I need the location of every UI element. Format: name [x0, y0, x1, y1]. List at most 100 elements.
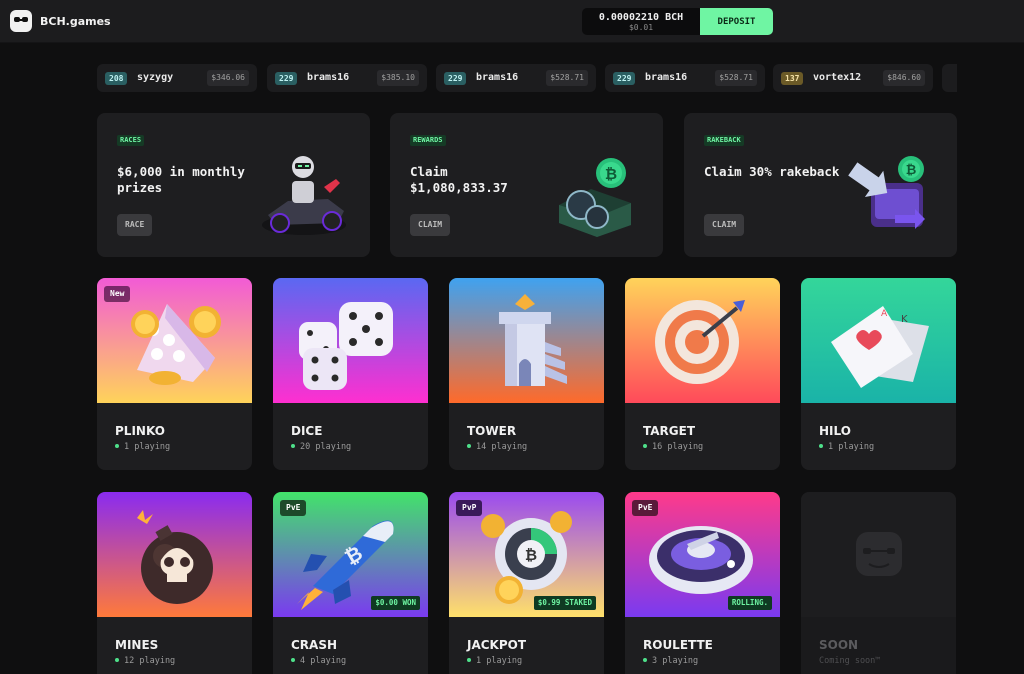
- game-name: DICE: [291, 424, 323, 438]
- game-name: MINES: [115, 638, 159, 652]
- online-dot-icon: [115, 658, 119, 662]
- online-dot-icon: [291, 444, 295, 448]
- promo-tag: RACES: [117, 135, 145, 146]
- players-count: 12 playing: [115, 656, 175, 666]
- ticker-item[interactable]: [942, 64, 957, 92]
- game-card-dice[interactable]: DICE 20 playing: [273, 278, 428, 470]
- players-count: 14 playing: [467, 442, 527, 452]
- online-dot-icon: [115, 444, 119, 448]
- ticker-item[interactable]: 229 brams16 $528.71: [436, 64, 596, 92]
- promo-tag: REWARDS: [410, 135, 446, 146]
- game-status: $0.99 STAKED: [533, 596, 596, 610]
- game-card-jackpot[interactable]: ₿ PvP $0.99 STAKED JACKPOT 1 playing: [449, 492, 604, 674]
- players-text: 1 playing: [828, 442, 875, 452]
- players-count: 4 playing: [291, 656, 346, 666]
- ticker-username: syzygy: [137, 72, 174, 83]
- ticker-amount: $385.10: [377, 70, 419, 86]
- deposit-button[interactable]: DEPOSIT: [700, 8, 773, 35]
- players-count: 16 playing: [643, 442, 703, 452]
- game-card-roulette[interactable]: PvE ROLLING. ROULETTE 3 playing: [625, 492, 780, 674]
- game-name: SOON: [819, 638, 859, 652]
- game-name: PLINKO: [115, 424, 165, 438]
- ticker-username: vortex12: [813, 72, 862, 83]
- new-badge: New: [104, 286, 131, 302]
- ticker-amount: $846.60: [883, 70, 925, 86]
- wins-ticker: 208 syzygy $346.06 229 brams16 $385.10 2…: [97, 64, 957, 92]
- online-dot-icon: [291, 658, 295, 662]
- race-button[interactable]: RACE: [117, 214, 153, 236]
- players-count: 1 playing: [819, 442, 874, 452]
- game-card-hilo[interactable]: K A HILO 1 playing: [801, 278, 956, 470]
- promo-title: Claim $1,080,833.37: [410, 164, 508, 195]
- game-status: $0.00 WON: [371, 596, 420, 610]
- svg-text:K: K: [901, 314, 908, 325]
- game-name: HILO: [819, 424, 851, 438]
- game-card-mines[interactable]: MINES 12 playing: [97, 492, 252, 674]
- game-card-target[interactable]: TARGET 16 playing: [625, 278, 780, 470]
- level-badge: 137: [781, 72, 804, 85]
- players-text: 16 playing: [652, 442, 704, 452]
- level-badge: 229: [275, 72, 298, 85]
- players-text: 20 playing: [300, 442, 352, 452]
- players-text: 1 playing: [124, 442, 171, 452]
- game-card-tower[interactable]: TOWER 14 playing: [449, 278, 604, 470]
- svg-text:₿: ₿: [605, 165, 617, 183]
- svg-text:A: A: [881, 309, 888, 319]
- svg-text:₿: ₿: [525, 546, 537, 564]
- game-card-plinko[interactable]: New PLINKO 1 playing: [97, 278, 252, 470]
- claim-rakeback-button[interactable]: CLAIM: [704, 214, 745, 236]
- players-count: 20 playing: [291, 442, 351, 452]
- pvp-badge: PvP: [456, 500, 483, 516]
- balance-display[interactable]: 0.00002210 BCH $0.01: [582, 8, 700, 35]
- balance-usd: $0.01: [628, 23, 654, 32]
- level-badge: 208: [105, 72, 128, 85]
- promo-title: $6,000 in monthly prizes: [117, 164, 245, 195]
- bomb-icon: [97, 492, 252, 617]
- promo-card-races: RACES $6,000 in monthly prizes RACE: [97, 113, 370, 257]
- claim-rewards-button[interactable]: CLAIM: [410, 214, 451, 236]
- brand-name[interactable]: BCH.games: [40, 15, 111, 28]
- ticker-item[interactable]: 208 syzygy $346.06: [97, 64, 257, 92]
- balance-bch: 0.00002210 BCH: [598, 12, 684, 23]
- pve-badge: PvE: [632, 500, 659, 516]
- ticker-item[interactable]: 137 vortex12 $846.60: [773, 64, 933, 92]
- pve-badge: PvE: [280, 500, 307, 516]
- online-dot-icon: [643, 658, 647, 662]
- target-icon: [625, 278, 780, 403]
- game-card-crash[interactable]: ₿ PvE $0.00 WON CRASH 4 playing: [273, 492, 428, 674]
- online-dot-icon: [467, 658, 471, 662]
- promo-tag: RAKEBACK: [704, 135, 744, 146]
- level-badge: 229: [444, 72, 467, 85]
- players-text: 12 playing: [124, 656, 176, 666]
- ticker-username: brams16: [476, 72, 519, 83]
- svg-text:₿: ₿: [906, 163, 917, 178]
- ticker-item[interactable]: 229 brams16 $385.10: [267, 64, 427, 92]
- promo-card-rewards: REWARDS Claim $1,080,833.37 CLAIM ₿: [390, 113, 663, 257]
- top-header: BCH.games 0.00002210 BCH $0.01 DEPOSIT: [0, 0, 1024, 43]
- logo-icon[interactable]: [10, 10, 32, 32]
- wallet-arrow-icon: ₿: [848, 156, 925, 229]
- dice-icon: [273, 278, 428, 403]
- players-text: 14 playing: [476, 442, 528, 452]
- players-count: 1 playing: [115, 442, 170, 452]
- game-card-soon: SOON Coming soon™: [801, 492, 956, 674]
- tower-icon: [449, 278, 604, 403]
- players-text: 4 playing: [300, 656, 347, 666]
- cards-icon: K A: [801, 278, 956, 403]
- promo-card-rakeback: RAKEBACK Claim 30% rakeback CLAIM ₿: [684, 113, 957, 257]
- game-name: CRASH: [291, 638, 338, 652]
- level-badge: 229: [613, 72, 636, 85]
- players-text: 3 playing: [652, 656, 699, 666]
- ticker-username: brams16: [645, 72, 688, 83]
- ticker-amount: $528.71: [715, 70, 757, 86]
- game-name: TOWER: [467, 424, 517, 438]
- coin-chest-icon: ₿: [559, 158, 631, 237]
- online-dot-icon: [643, 444, 647, 448]
- gamepad-logo-icon: [801, 492, 956, 617]
- game-name: JACKPOT: [467, 638, 527, 652]
- players-count: 3 playing: [643, 656, 698, 666]
- game-name: TARGET: [643, 424, 696, 438]
- ticker-item[interactable]: 229 brams16 $528.71: [605, 64, 765, 92]
- kart-robot-icon: [262, 156, 346, 235]
- promo-title: Claim 30% rakeback: [704, 164, 840, 179]
